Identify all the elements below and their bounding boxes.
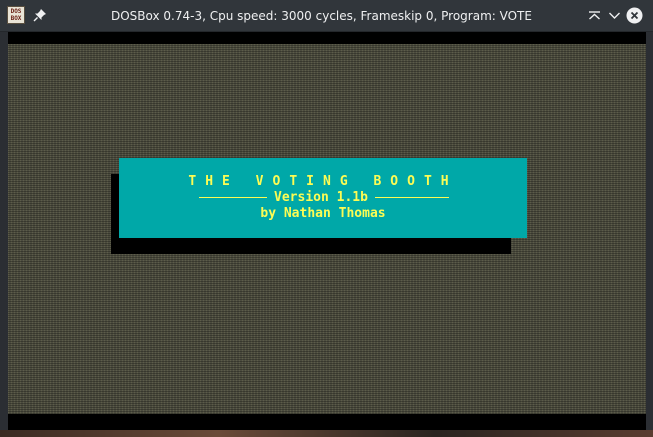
window-title: DOSBox 0.74-3, Cpu speed: 3000 cycles, F… bbox=[111, 9, 532, 23]
version-label: Version 1.1b bbox=[274, 190, 368, 205]
title-panel: THE VOTING BOOTH Version 1.1b by Nathan … bbox=[119, 158, 527, 238]
chevron-down-icon[interactable] bbox=[606, 7, 623, 24]
dosbox-window: DOS BOX DOSBox 0.74-3, Cpu speed: 3000 c… bbox=[0, 0, 653, 437]
divider-left bbox=[199, 197, 267, 198]
dos-bottom-border bbox=[8, 414, 646, 430]
close-icon[interactable] bbox=[626, 7, 643, 24]
desktop-background bbox=[0, 430, 653, 437]
divider-right bbox=[375, 197, 449, 198]
dosbox-app-icon[interactable]: DOS BOX bbox=[7, 6, 25, 24]
title-bar[interactable]: DOS BOX DOSBox 0.74-3, Cpu speed: 3000 c… bbox=[0, 0, 653, 32]
version-row: Version 1.1b bbox=[199, 190, 449, 206]
author-label: by Nathan Thomas bbox=[260, 206, 386, 221]
program-title: THE VOTING BOOTH bbox=[188, 174, 458, 189]
pin-icon[interactable] bbox=[33, 8, 47, 22]
dos-top-border bbox=[8, 32, 646, 44]
chevron-up-icon[interactable] bbox=[586, 7, 603, 24]
dos-screen[interactable]: THE VOTING BOOTH Version 1.1b by Nathan … bbox=[8, 32, 646, 430]
